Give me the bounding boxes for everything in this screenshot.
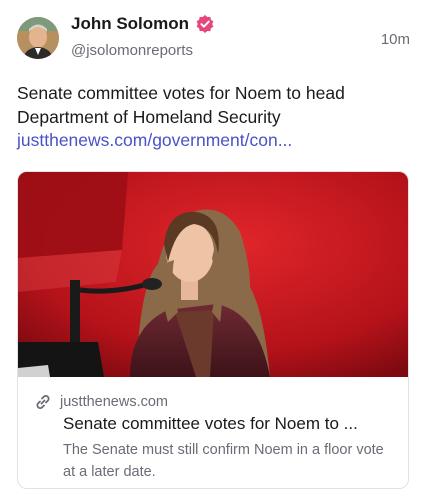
card-domain: justthenews.com [60, 394, 168, 410]
link-preview-card[interactable]: justthenews.com Senate committee votes f… [17, 171, 409, 489]
post-link[interactable]: justthenews.com/government/con... [17, 130, 292, 151]
post-text: Senate committee votes for Noem to head … [17, 83, 345, 127]
card-domain-row: justthenews.com [34, 393, 168, 411]
photo-of-speaker-at-podium [18, 172, 408, 377]
card-meta: justthenews.com Senate committee votes f… [18, 377, 408, 488]
author-handle[interactable]: @jsolomonreports [71, 42, 193, 59]
verified-badge-icon [196, 15, 214, 33]
avatar[interactable] [17, 17, 59, 59]
link-icon [36, 394, 50, 410]
card-description: The Senate must still confirm Noem in a … [63, 442, 384, 480]
author-name[interactable]: John Solomon [71, 14, 189, 34]
post-timestamp[interactable]: 10m [381, 31, 410, 48]
card-title[interactable]: Senate committee votes for Noem to ... [63, 414, 393, 434]
author-name-row[interactable]: John Solomon [71, 14, 215, 34]
avatar-photo [17, 17, 59, 59]
